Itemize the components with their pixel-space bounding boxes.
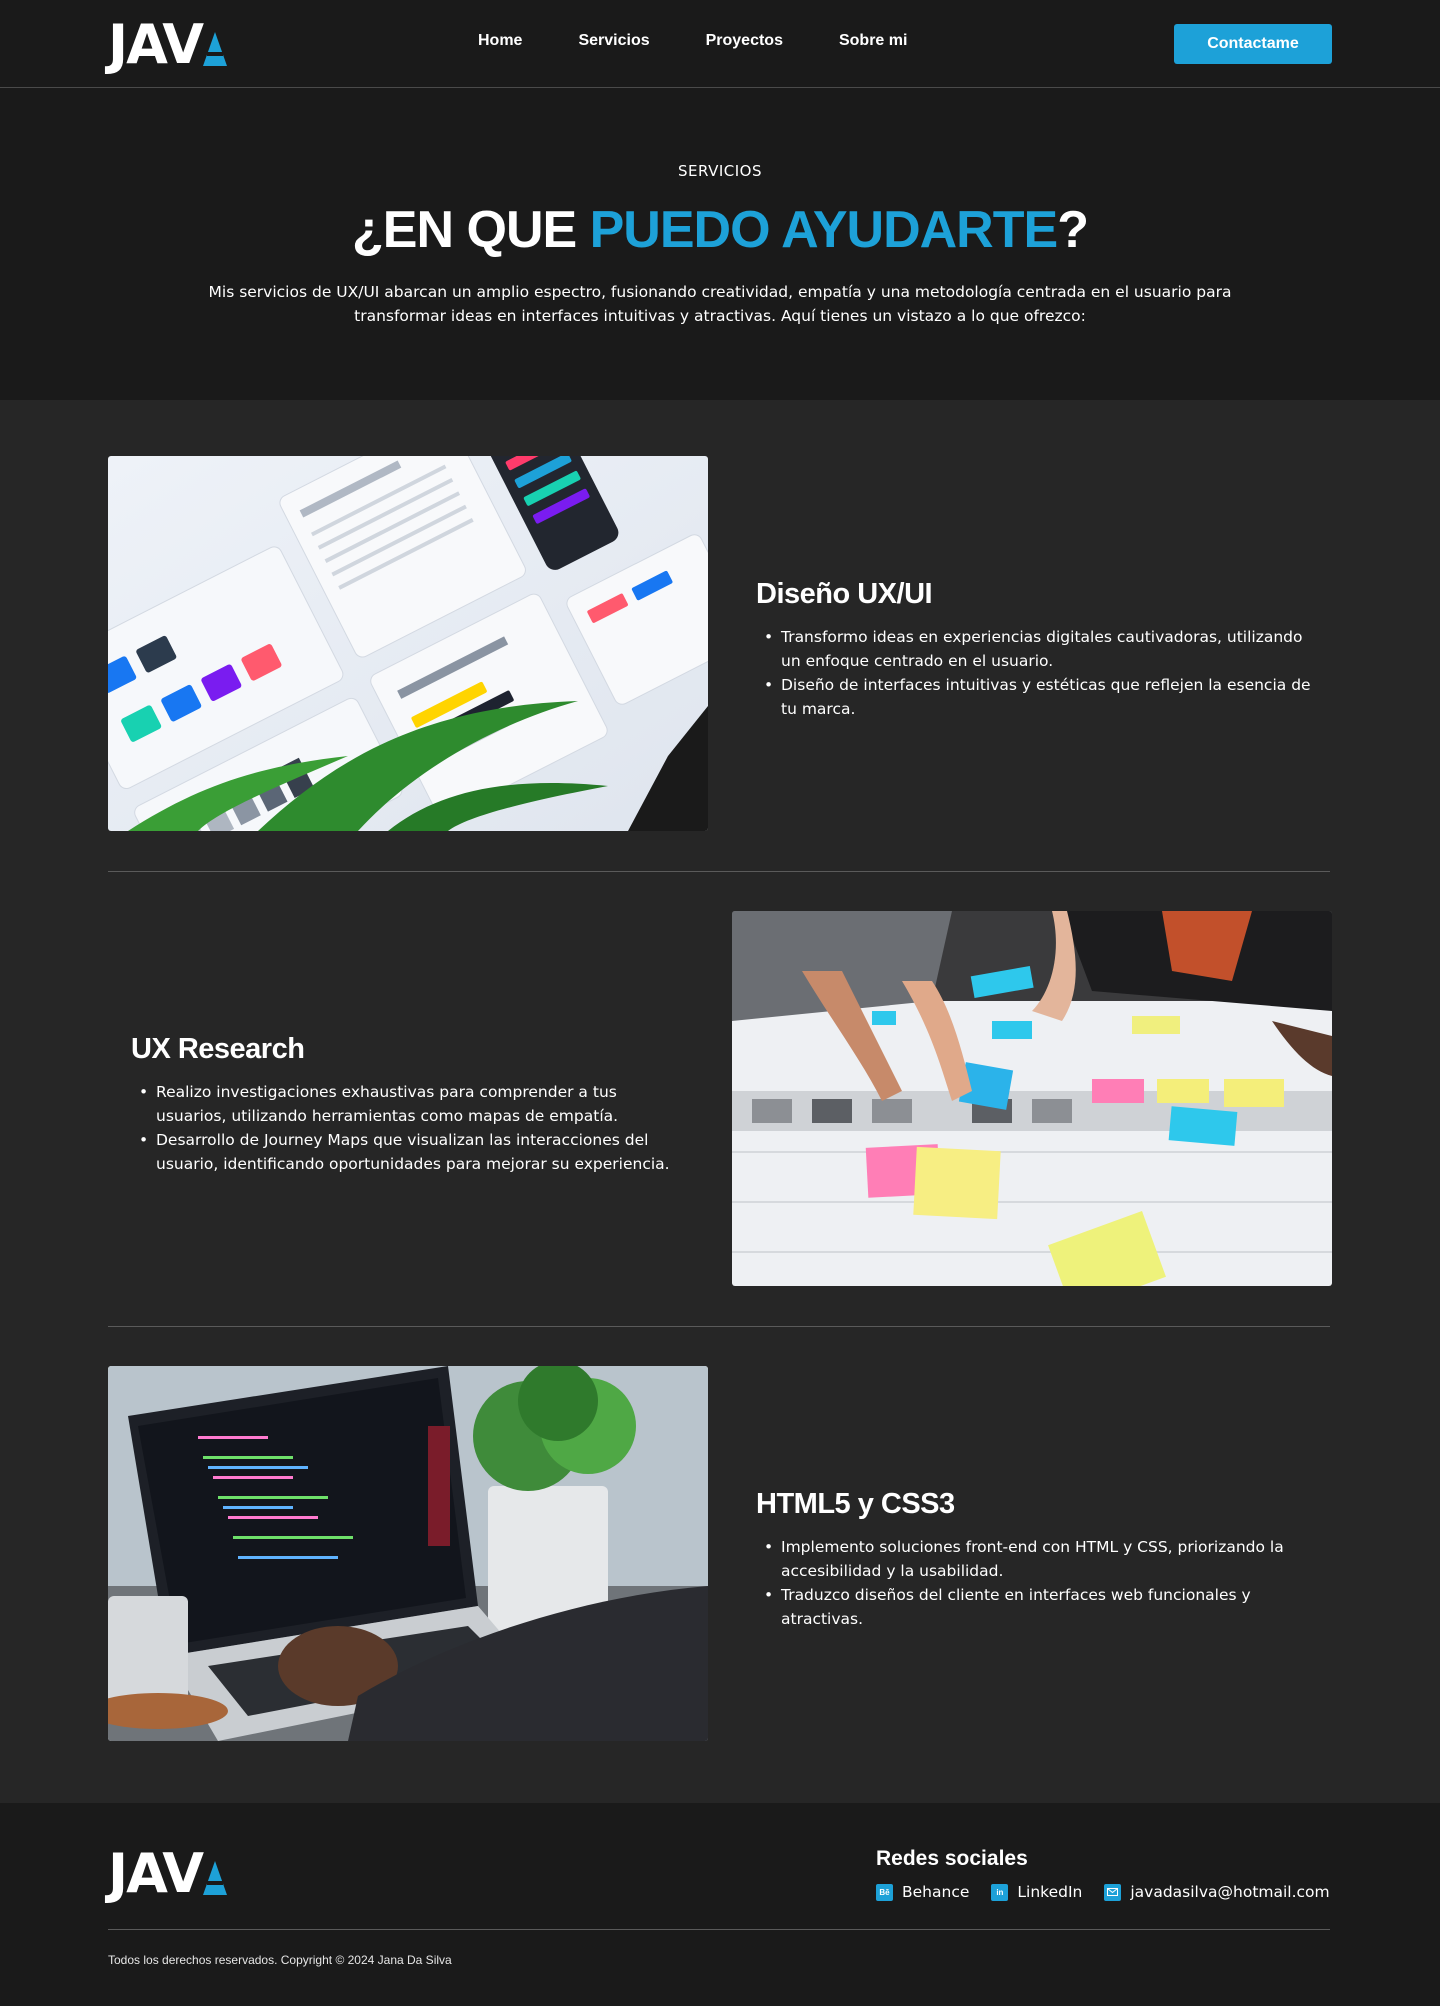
- social-heading: Redes sociales: [876, 1847, 1028, 1870]
- journey-map-sticky-notes-photo: [732, 911, 1332, 1286]
- page-title: ¿EN QUE PUEDO AYUDARTE?: [0, 200, 1440, 260]
- linkedin-label: LinkedIn: [1017, 1883, 1083, 1901]
- ui-component-library-photo: [108, 456, 708, 831]
- service-ux-research: UX Research Realizo investigaciones exha…: [131, 1033, 691, 1176]
- triangle-a-icon: [203, 1861, 228, 1895]
- site-logo[interactable]: JAV: [108, 13, 228, 76]
- email-link[interactable]: javadasilva@hotmail.com: [1104, 1883, 1330, 1901]
- list-item: Implemento soluciones front-end con HTML…: [756, 1535, 1316, 1583]
- social-links: Bē Behance in LinkedIn javadasilva@hotma…: [876, 1883, 1330, 1901]
- service-image-ux-ui: [108, 456, 708, 831]
- list-item: Transformo ideas en experiencias digital…: [756, 625, 1316, 673]
- main-nav: Home Servicios Proyectos Sobre mi: [478, 32, 907, 50]
- service-image-ux-research: [732, 911, 1332, 1286]
- list-item: Desarrollo de Journey Maps que visualiza…: [131, 1128, 691, 1176]
- behance-icon: Bē: [876, 1883, 893, 1901]
- list-item: Traduzco diseños del cliente en interfac…: [756, 1583, 1316, 1631]
- copyright-text: Todos los derechos reservados. Copyright…: [108, 1953, 452, 1967]
- laptop-code-editor-photo: [108, 1366, 708, 1741]
- section-eyebrow: SERVICIOS: [677, 162, 762, 180]
- service-html-css: HTML5 y CSS3 Implemento soluciones front…: [756, 1488, 1316, 1631]
- site-footer: JAV Redes sociales Bē Behance in LinkedI…: [0, 1803, 1440, 2006]
- service-title: HTML5 y CSS3: [756, 1488, 955, 1520]
- nav-item-proyectos[interactable]: Proyectos: [706, 32, 783, 50]
- hero-description: Mis servicios de UX/UI abarcan un amplio…: [208, 283, 1232, 325]
- list-item: Diseño de interfaces intuitivas y estéti…: [756, 673, 1316, 721]
- nav-item-servicios[interactable]: Servicios: [578, 32, 649, 50]
- behance-label: Behance: [902, 1883, 970, 1901]
- service-bullets: Transformo ideas en experiencias digital…: [756, 625, 1316, 721]
- section-divider: [108, 871, 1330, 872]
- nav-item-sobre-mi[interactable]: Sobre mi: [839, 32, 907, 50]
- nav-item-home[interactable]: Home: [478, 32, 522, 50]
- service-bullets: Realizo investigaciones exhaustivas para…: [131, 1080, 691, 1176]
- mail-icon: [1104, 1883, 1122, 1901]
- footer-divider: [108, 1929, 1330, 1930]
- service-bullets: Implemento soluciones front-end con HTML…: [756, 1535, 1316, 1631]
- service-title: UX Research: [131, 1033, 305, 1065]
- triangle-a-icon: [203, 32, 228, 66]
- linkedin-link[interactable]: in LinkedIn: [991, 1883, 1082, 1901]
- list-item: Realizo investigaciones exhaustivas para…: [131, 1080, 691, 1128]
- title-suffix: ?: [1057, 201, 1089, 259]
- logo-text: JAV: [108, 1842, 204, 1905]
- behance-link[interactable]: Bē Behance: [876, 1883, 969, 1901]
- service-title: Diseño UX/UI: [756, 578, 933, 610]
- service-ux-ui: Diseño UX/UI Transformo ideas en experie…: [756, 578, 1316, 721]
- section-divider: [108, 1326, 1330, 1327]
- contact-button[interactable]: Contactame: [1174, 24, 1332, 64]
- logo-text: JAV: [108, 13, 204, 76]
- service-image-html-css: [108, 1366, 708, 1741]
- footer-logo[interactable]: JAV: [108, 1842, 228, 1905]
- email-label: javadasilva@hotmail.com: [1130, 1883, 1330, 1901]
- services-list: Diseño UX/UI Transformo ideas en experie…: [0, 400, 1440, 1803]
- services-hero: SERVICIOS ¿EN QUE PUEDO AYUDARTE? Mis se…: [0, 88, 1440, 400]
- title-accent: PUEDO AYUDARTE: [589, 201, 1059, 259]
- site-header: JAV Home Servicios Proyectos Sobre mi Co…: [0, 0, 1440, 88]
- title-prefix: ¿EN QUE: [352, 201, 590, 259]
- linkedin-icon: in: [991, 1883, 1009, 1901]
